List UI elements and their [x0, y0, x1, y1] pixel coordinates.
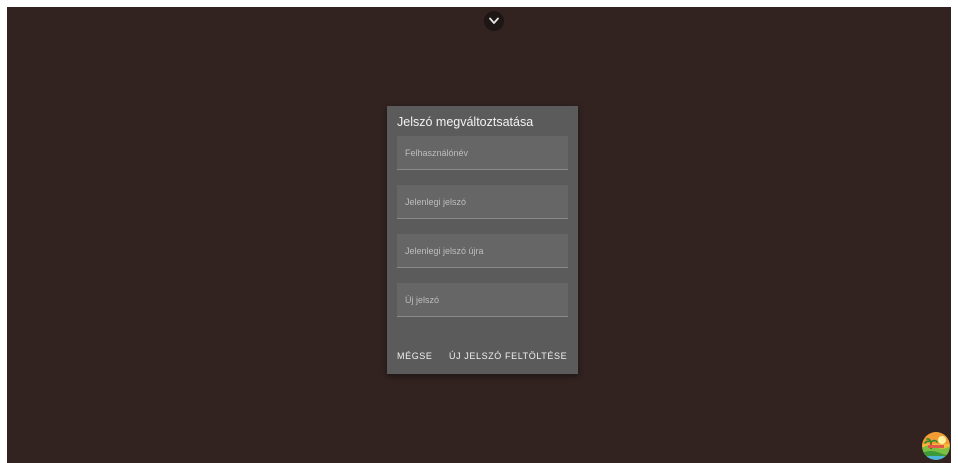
new-password-field-container: [397, 283, 568, 317]
chevron-down-icon: [489, 17, 499, 24]
new-password-input[interactable]: [397, 283, 568, 316]
current-password-again-input[interactable]: [397, 234, 568, 267]
current-password-again-field-container: [397, 234, 568, 268]
dialog-actions: MÉGSE ÚJ JELSZÓ FELTÖLTÉSE: [387, 348, 578, 364]
username-input[interactable]: [397, 136, 568, 169]
collapse-toggle-button[interactable]: [484, 11, 504, 31]
dialog-title: Jelszó megváltoztsatása: [397, 115, 534, 129]
current-password-field-container: [397, 185, 568, 219]
username-field-container: [397, 136, 568, 170]
landscape-logo-icon: [922, 432, 950, 460]
upload-new-password-button[interactable]: ÚJ JELSZÓ FELTÖLTÉSE: [449, 348, 567, 364]
corner-logo[interactable]: [922, 432, 950, 460]
change-password-dialog: Jelszó megváltoztsatása MÉGSE ÚJ JELSZÓ …: [387, 106, 578, 374]
current-password-input[interactable]: [397, 185, 568, 218]
cancel-button[interactable]: MÉGSE: [397, 348, 433, 364]
